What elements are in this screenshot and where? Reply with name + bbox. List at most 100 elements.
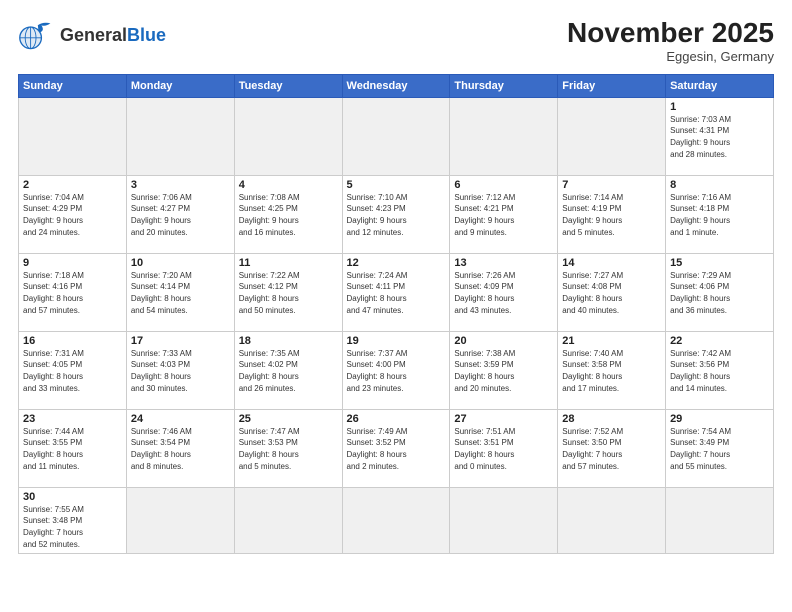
day-number: 4	[239, 179, 338, 191]
day-number: 24	[131, 413, 230, 425]
calendar-cell	[126, 487, 234, 553]
day-info: Sunrise: 7:55 AM Sunset: 3:48 PM Dayligh…	[23, 504, 122, 550]
calendar-cell: 14Sunrise: 7:27 AM Sunset: 4:08 PM Dayli…	[558, 253, 666, 331]
calendar-cell: 26Sunrise: 7:49 AM Sunset: 3:52 PM Dayli…	[342, 409, 450, 487]
day-number: 23	[23, 413, 122, 425]
month-title: November 2025	[567, 18, 774, 49]
calendar-cell: 13Sunrise: 7:26 AM Sunset: 4:09 PM Dayli…	[450, 253, 558, 331]
logo-general: General	[60, 25, 127, 45]
day-info: Sunrise: 7:44 AM Sunset: 3:55 PM Dayligh…	[23, 426, 122, 472]
day-number: 17	[131, 335, 230, 347]
weekday-header-friday: Friday	[558, 74, 666, 97]
day-info: Sunrise: 7:24 AM Sunset: 4:11 PM Dayligh…	[347, 270, 446, 316]
calendar-cell: 16Sunrise: 7:31 AM Sunset: 4:05 PM Dayli…	[19, 331, 127, 409]
calendar-week-6: 30Sunrise: 7:55 AM Sunset: 3:48 PM Dayli…	[19, 487, 774, 553]
day-info: Sunrise: 7:47 AM Sunset: 3:53 PM Dayligh…	[239, 426, 338, 472]
day-number: 29	[670, 413, 769, 425]
logo-text: GeneralBlue	[60, 26, 166, 46]
weekday-header-thursday: Thursday	[450, 74, 558, 97]
day-info: Sunrise: 7:18 AM Sunset: 4:16 PM Dayligh…	[23, 270, 122, 316]
weekday-header-wednesday: Wednesday	[342, 74, 450, 97]
day-info: Sunrise: 7:12 AM Sunset: 4:21 PM Dayligh…	[454, 192, 553, 238]
day-number: 20	[454, 335, 553, 347]
day-number: 1	[670, 101, 769, 113]
calendar-cell: 27Sunrise: 7:51 AM Sunset: 3:51 PM Dayli…	[450, 409, 558, 487]
calendar-cell: 15Sunrise: 7:29 AM Sunset: 4:06 PM Dayli…	[666, 253, 774, 331]
day-number: 14	[562, 257, 661, 269]
day-number: 3	[131, 179, 230, 191]
calendar-cell: 6Sunrise: 7:12 AM Sunset: 4:21 PM Daylig…	[450, 175, 558, 253]
day-number: 15	[670, 257, 769, 269]
day-info: Sunrise: 7:51 AM Sunset: 3:51 PM Dayligh…	[454, 426, 553, 472]
day-info: Sunrise: 7:26 AM Sunset: 4:09 PM Dayligh…	[454, 270, 553, 316]
logo-blue: Blue	[127, 25, 166, 45]
calendar-cell	[342, 487, 450, 553]
calendar-cell: 22Sunrise: 7:42 AM Sunset: 3:56 PM Dayli…	[666, 331, 774, 409]
calendar-header-row: SundayMondayTuesdayWednesdayThursdayFrid…	[19, 74, 774, 97]
calendar-cell: 12Sunrise: 7:24 AM Sunset: 4:11 PM Dayli…	[342, 253, 450, 331]
day-info: Sunrise: 7:20 AM Sunset: 4:14 PM Dayligh…	[131, 270, 230, 316]
weekday-header-sunday: Sunday	[19, 74, 127, 97]
calendar-cell	[450, 97, 558, 175]
day-info: Sunrise: 7:52 AM Sunset: 3:50 PM Dayligh…	[562, 426, 661, 472]
weekday-header-tuesday: Tuesday	[234, 74, 342, 97]
calendar-cell: 30Sunrise: 7:55 AM Sunset: 3:48 PM Dayli…	[19, 487, 127, 553]
day-number: 16	[23, 335, 122, 347]
calendar-cell	[558, 97, 666, 175]
day-info: Sunrise: 7:08 AM Sunset: 4:25 PM Dayligh…	[239, 192, 338, 238]
day-info: Sunrise: 7:31 AM Sunset: 4:05 PM Dayligh…	[23, 348, 122, 394]
logo: GeneralBlue	[18, 18, 166, 54]
calendar-cell: 28Sunrise: 7:52 AM Sunset: 3:50 PM Dayli…	[558, 409, 666, 487]
day-number: 11	[239, 257, 338, 269]
day-info: Sunrise: 7:38 AM Sunset: 3:59 PM Dayligh…	[454, 348, 553, 394]
day-number: 30	[23, 491, 122, 503]
calendar-cell	[234, 487, 342, 553]
day-info: Sunrise: 7:54 AM Sunset: 3:49 PM Dayligh…	[670, 426, 769, 472]
calendar-cell: 3Sunrise: 7:06 AM Sunset: 4:27 PM Daylig…	[126, 175, 234, 253]
calendar-cell: 5Sunrise: 7:10 AM Sunset: 4:23 PM Daylig…	[342, 175, 450, 253]
day-number: 6	[454, 179, 553, 191]
day-number: 21	[562, 335, 661, 347]
calendar-cell: 9Sunrise: 7:18 AM Sunset: 4:16 PM Daylig…	[19, 253, 127, 331]
calendar-cell: 24Sunrise: 7:46 AM Sunset: 3:54 PM Dayli…	[126, 409, 234, 487]
day-info: Sunrise: 7:37 AM Sunset: 4:00 PM Dayligh…	[347, 348, 446, 394]
calendar-cell	[342, 97, 450, 175]
location-subtitle: Eggesin, Germany	[567, 49, 774, 64]
day-info: Sunrise: 7:10 AM Sunset: 4:23 PM Dayligh…	[347, 192, 446, 238]
day-info: Sunrise: 7:22 AM Sunset: 4:12 PM Dayligh…	[239, 270, 338, 316]
day-number: 9	[23, 257, 122, 269]
calendar-cell: 18Sunrise: 7:35 AM Sunset: 4:02 PM Dayli…	[234, 331, 342, 409]
calendar-cell: 1Sunrise: 7:03 AM Sunset: 4:31 PM Daylig…	[666, 97, 774, 175]
day-number: 28	[562, 413, 661, 425]
calendar-cell: 21Sunrise: 7:40 AM Sunset: 3:58 PM Dayli…	[558, 331, 666, 409]
calendar-cell: 29Sunrise: 7:54 AM Sunset: 3:49 PM Dayli…	[666, 409, 774, 487]
day-number: 18	[239, 335, 338, 347]
calendar: SundayMondayTuesdayWednesdayThursdayFrid…	[18, 74, 774, 554]
calendar-cell: 7Sunrise: 7:14 AM Sunset: 4:19 PM Daylig…	[558, 175, 666, 253]
calendar-cell	[558, 487, 666, 553]
calendar-cell	[450, 487, 558, 553]
day-number: 10	[131, 257, 230, 269]
weekday-header-monday: Monday	[126, 74, 234, 97]
calendar-week-1: 1Sunrise: 7:03 AM Sunset: 4:31 PM Daylig…	[19, 97, 774, 175]
day-number: 22	[670, 335, 769, 347]
day-number: 13	[454, 257, 553, 269]
calendar-cell: 10Sunrise: 7:20 AM Sunset: 4:14 PM Dayli…	[126, 253, 234, 331]
day-info: Sunrise: 7:03 AM Sunset: 4:31 PM Dayligh…	[670, 114, 769, 160]
page: GeneralBlue November 2025 Eggesin, Germa…	[0, 0, 792, 612]
day-number: 8	[670, 179, 769, 191]
day-info: Sunrise: 7:35 AM Sunset: 4:02 PM Dayligh…	[239, 348, 338, 394]
day-number: 7	[562, 179, 661, 191]
header: GeneralBlue November 2025 Eggesin, Germa…	[18, 18, 774, 64]
day-number: 12	[347, 257, 446, 269]
day-info: Sunrise: 7:27 AM Sunset: 4:08 PM Dayligh…	[562, 270, 661, 316]
calendar-cell: 17Sunrise: 7:33 AM Sunset: 4:03 PM Dayli…	[126, 331, 234, 409]
calendar-cell: 2Sunrise: 7:04 AM Sunset: 4:29 PM Daylig…	[19, 175, 127, 253]
calendar-cell: 23Sunrise: 7:44 AM Sunset: 3:55 PM Dayli…	[19, 409, 127, 487]
calendar-week-4: 16Sunrise: 7:31 AM Sunset: 4:05 PM Dayli…	[19, 331, 774, 409]
calendar-week-5: 23Sunrise: 7:44 AM Sunset: 3:55 PM Dayli…	[19, 409, 774, 487]
day-info: Sunrise: 7:06 AM Sunset: 4:27 PM Dayligh…	[131, 192, 230, 238]
weekday-header-saturday: Saturday	[666, 74, 774, 97]
day-number: 27	[454, 413, 553, 425]
calendar-week-3: 9Sunrise: 7:18 AM Sunset: 4:16 PM Daylig…	[19, 253, 774, 331]
